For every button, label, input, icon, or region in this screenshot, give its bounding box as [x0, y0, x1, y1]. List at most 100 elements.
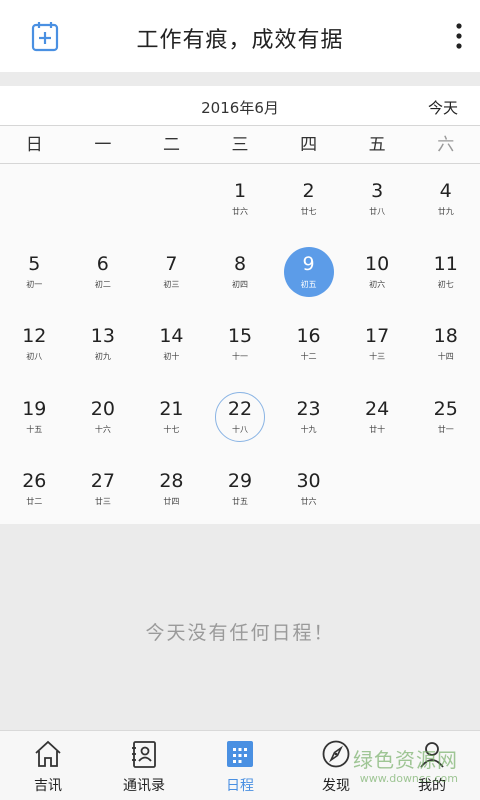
calendar-day[interactable]: 5 初一: [0, 243, 68, 307]
day-number: 15: [227, 325, 253, 347]
lunar-date: 廿四: [163, 497, 180, 506]
day-number: 26: [22, 470, 47, 492]
calendar-day[interactable]: 2 廿七: [275, 170, 343, 234]
calendar-day[interactable]: 1 廿六: [206, 170, 274, 234]
day-number: 19: [22, 397, 47, 420]
tab-label: 通讯录: [123, 778, 165, 794]
day-number: 24: [365, 397, 390, 420]
calendar-day[interactable]: 13 初九: [69, 315, 137, 379]
lunar-date: 十八: [232, 424, 248, 434]
schedule-list: 今天没有任何日程！: [0, 524, 480, 730]
calendar-day[interactable]: 6 初二: [69, 243, 137, 307]
lunar-date: 廿一: [437, 424, 454, 434]
calendar-day[interactable]: 22 十八: [206, 388, 274, 452]
day-number: 13: [90, 325, 115, 347]
lunar-date: 廿八: [369, 207, 386, 216]
day-number: 22: [227, 397, 253, 420]
day-number: 10: [365, 252, 390, 275]
calendar-day[interactable]: 19 十五: [0, 388, 68, 452]
calendar-day[interactable]: 12 初八: [0, 315, 68, 379]
weekday-friday: 五: [368, 135, 386, 155]
tab-mine[interactable]: 我的: [384, 731, 480, 800]
calendar-day[interactable]: 28 廿四: [137, 460, 205, 524]
app-header: 工作有痕，成效有据: [0, 0, 480, 72]
day-number: 1: [233, 180, 247, 202]
today-button[interactable]: 今天: [428, 97, 458, 118]
calendar-day[interactable]: 8 初四: [206, 243, 274, 307]
day-number: 23: [296, 397, 321, 420]
tab-discover[interactable]: 发现: [288, 731, 384, 800]
calendar-icon: [227, 741, 253, 767]
calendar-day[interactable]: 25 廿一: [412, 388, 480, 452]
lunar-date: 廿二: [26, 497, 43, 506]
tab-jixun[interactable]: 吉讯: [0, 731, 96, 800]
calendar-day[interactable]: 11 初七: [412, 243, 480, 307]
page-title: 工作有痕，成效有据: [136, 28, 344, 53]
day-number: 11: [433, 252, 458, 275]
tab-contacts[interactable]: 通讯录: [96, 731, 192, 800]
calendar-day[interactable]: 27 廿三: [69, 460, 137, 524]
more-options-icon[interactable]: [454, 22, 464, 50]
calendar-day[interactable]: 20 十六: [69, 388, 137, 452]
calendar-day[interactable]: 29 廿五: [206, 460, 274, 524]
lunar-date: 初三: [163, 279, 180, 289]
lunar-date: 廿六: [232, 207, 248, 216]
compass-icon: [322, 740, 350, 768]
calendar-day[interactable]: 4 廿九: [412, 170, 480, 234]
day-number: 12: [22, 325, 47, 347]
calendar-day[interactable]: 30 廿六: [275, 460, 343, 524]
lunar-date: 十七: [163, 424, 180, 434]
calendar-day[interactable]: 16 十二: [275, 315, 343, 379]
lunar-date: 十五: [26, 424, 43, 434]
contacts-icon: [132, 741, 156, 768]
calendar-day[interactable]: 15 十一: [206, 315, 274, 379]
day-number: 5: [28, 252, 41, 275]
calendar-day[interactable]: 21 十七: [137, 388, 205, 452]
calendar: 2016年6月 今天 日 一 二 三 四 五 六 1 廿六 2 廿七 3 廿八 4 廿九 5 初一…: [0, 86, 480, 524]
person-icon: [420, 742, 444, 768]
day-number: 30: [296, 470, 321, 492]
tab-label: 我的: [418, 778, 446, 794]
day-number: 27: [90, 470, 115, 492]
day-number: 4: [439, 180, 452, 202]
bottom-tab-bar: 吉讯 通讯录 日程 发现 我的: [0, 730, 480, 800]
day-number: 28: [159, 470, 184, 492]
calendar-day[interactable]: 7 初三: [137, 243, 205, 307]
calendar-day[interactable]: 24 廿十: [343, 388, 411, 452]
calendar-day[interactable]: 9 初五: [275, 243, 343, 307]
day-number: 6: [96, 252, 109, 275]
calendar-day[interactable]: 26 廿二: [0, 460, 68, 524]
calendar-day[interactable]: 23 十九: [275, 388, 343, 452]
lunar-date: 十四: [437, 352, 454, 361]
calendar-day[interactable]: 10 初六: [343, 243, 411, 307]
lunar-date: 初八: [26, 352, 43, 361]
tab-label: 发现: [322, 778, 350, 794]
weekday-wednesday: 三: [231, 135, 249, 155]
weekday-monday: 一: [94, 135, 112, 155]
calendar-day[interactable]: 3 廿八: [343, 170, 411, 234]
calendar-day[interactable]: 18 十四: [412, 315, 480, 379]
lunar-date: 廿五: [232, 497, 248, 506]
tab-label: 吉讯: [34, 778, 62, 794]
day-grid: 1 廿六 2 廿七 3 廿八 4 廿九 5 初一 6 初二 7 初三 8 初四 9 初五 10 初六 11 初七 12 初八 1…: [0, 164, 480, 524]
calendar-day[interactable]: 17 十三: [343, 315, 411, 379]
tab-schedule[interactable]: 日程: [192, 731, 288, 800]
lunar-date: 廿六: [300, 497, 317, 506]
empty-schedule-message: 今天没有任何日程！: [145, 622, 335, 644]
day-number: 25: [433, 397, 458, 420]
day-number: 8: [233, 252, 247, 275]
lunar-date: 廿七: [300, 207, 317, 216]
lunar-date: 廿十: [369, 424, 386, 434]
day-number: 16: [296, 325, 321, 347]
lunar-date: 十一: [232, 352, 248, 361]
lunar-date: 十六: [94, 424, 111, 434]
lunar-date: 初二: [94, 279, 111, 289]
home-icon: [35, 740, 61, 767]
calendar-day[interactable]: 14 初十: [137, 315, 205, 379]
weekday-tuesday: 二: [162, 135, 180, 155]
day-number: 9: [302, 252, 315, 275]
day-number: 14: [159, 325, 184, 347]
tab-label: 日程: [226, 778, 254, 794]
month-bar: 2016年6月 今天: [0, 86, 480, 126]
month-title[interactable]: 2016年6月: [0, 97, 480, 118]
